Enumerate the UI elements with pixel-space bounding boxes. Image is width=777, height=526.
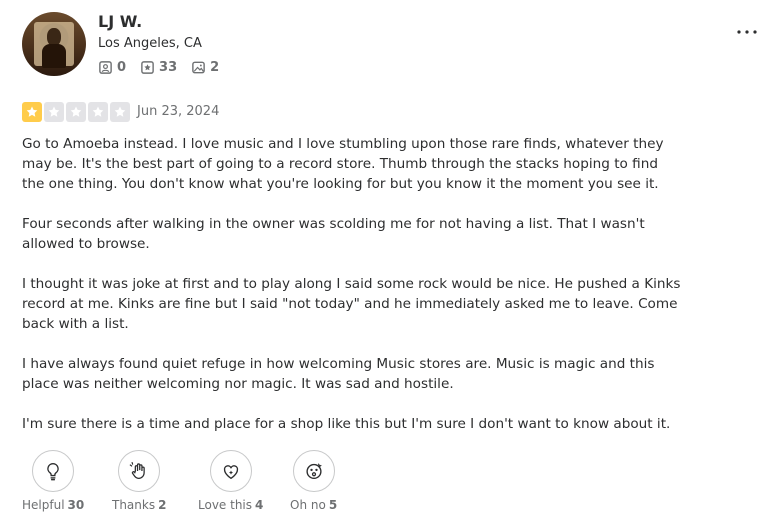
review-date: Jun 23, 2024 [137, 104, 220, 119]
reaction-oh-no[interactable]: Oh no 5 [290, 450, 337, 512]
star-icon [66, 102, 86, 122]
wave-hand-icon [129, 461, 146, 479]
photos-stat: 2 [191, 60, 219, 75]
avatar-body [42, 44, 66, 68]
review-paragraph: I thought it was joke at first and to pl… [22, 276, 681, 332]
heart-sparkle-icon [223, 465, 238, 480]
star-icon [44, 102, 64, 122]
reaction-label: Helpful [22, 498, 65, 512]
friends-icon [99, 61, 112, 74]
reaction-love-this[interactable]: Love this 4 [198, 450, 263, 512]
avatar[interactable] [22, 12, 86, 76]
photos-count: 2 [210, 60, 220, 75]
reaction-label: Love this [198, 498, 253, 512]
star-rating [22, 102, 130, 122]
review-paragraph: Four seconds after walking in the owner … [22, 216, 645, 252]
lightbulb-icon [47, 462, 59, 481]
reviews-stat: 33 [140, 60, 177, 75]
friends-count: 0 [117, 60, 127, 75]
review-text: Go to Amoeba instead. I love music and I… [22, 134, 682, 454]
review-paragraph: Go to Amoeba instead. I love music and I… [22, 136, 664, 192]
user-stats: 0 33 2 [98, 60, 219, 75]
reaction-helpful-button[interactable] [32, 450, 75, 492]
user-name[interactable]: LJ W. [98, 12, 142, 31]
reaction-helpful[interactable]: Helpful 30 [22, 450, 84, 512]
user-location: Los Angeles, CA [98, 36, 202, 51]
reaction-bar: Helpful 30 Thanks 2 Love this 4 Oh no 5 [22, 450, 442, 520]
friends-stat: 0 [98, 60, 126, 75]
reaction-label: Thanks [112, 498, 156, 512]
review-paragraph: I'm sure there is a time and place for a… [22, 416, 671, 432]
reaction-love-this-button[interactable] [209, 450, 252, 492]
review-star-icon [141, 61, 154, 74]
reaction-count: 2 [158, 498, 167, 512]
reaction-count: 5 [328, 498, 338, 512]
review-paragraph: I have always found quiet refuge in how … [22, 356, 655, 392]
reaction-label: Oh no [290, 498, 326, 512]
surprised-face-icon [306, 463, 322, 480]
more-options-icon [737, 30, 757, 34]
reaction-thanks-button[interactable] [118, 450, 161, 492]
reviews-count: 33 [159, 60, 178, 75]
more-options-button[interactable] [735, 20, 759, 40]
photo-icon [192, 61, 205, 74]
star-icon [22, 102, 42, 122]
star-icon [88, 102, 108, 122]
reaction-thanks[interactable]: Thanks 2 [112, 450, 166, 512]
star-icon [110, 102, 130, 122]
reaction-count: 4 [255, 498, 264, 512]
reaction-count: 30 [67, 498, 85, 512]
reaction-oh-no-button[interactable] [292, 450, 335, 492]
